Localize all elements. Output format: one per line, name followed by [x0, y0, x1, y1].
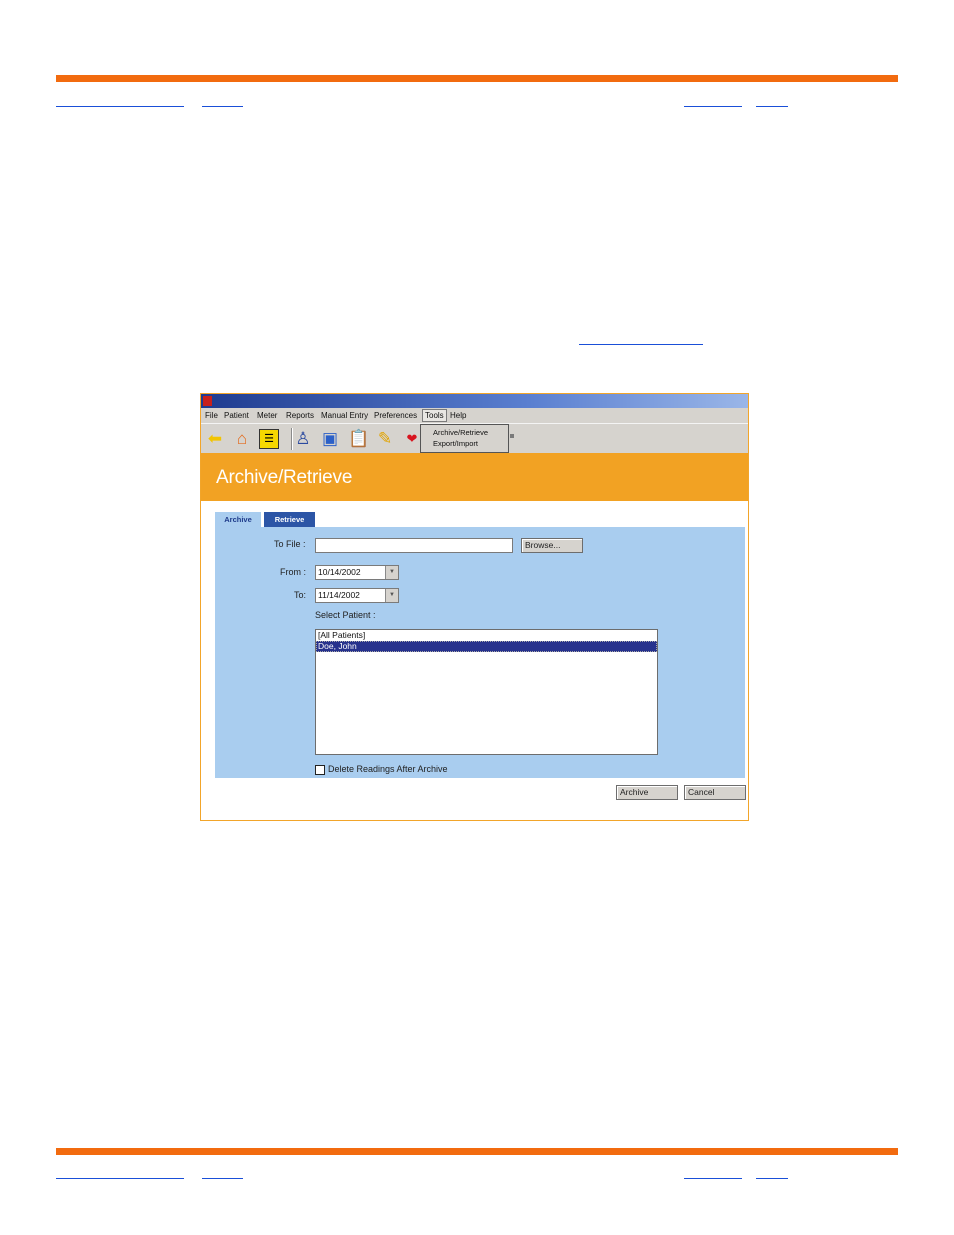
list-item[interactable]: [All Patients]	[316, 630, 657, 641]
bottom-nav-link-1[interactable]	[56, 1178, 184, 1179]
select-patient-label: Select Patient :	[315, 610, 376, 620]
page-banner: Archive/Retrieve	[201, 453, 748, 501]
title-bar	[201, 394, 748, 408]
menu-item-archive-retrieve[interactable]: Archive/Retrieve	[433, 428, 488, 437]
menu-help[interactable]: Help	[450, 411, 466, 420]
tab-archive[interactable]: Archive	[215, 512, 261, 527]
tab-retrieve[interactable]: Retrieve	[264, 512, 315, 527]
checklist-icon[interactable]: ☰	[259, 429, 279, 449]
top-nav-link-3[interactable]	[684, 106, 742, 107]
person-icon[interactable]: ♙	[293, 429, 313, 449]
menu-tools[interactable]: Tools	[422, 409, 447, 422]
bottom-orange-rule	[56, 1148, 898, 1155]
pencil-icon[interactable]: ✎	[375, 429, 395, 449]
patient-listbox[interactable]: [All Patients] Doe, John	[315, 629, 658, 755]
menu-file[interactable]: File	[205, 411, 218, 420]
browse-button[interactable]: Browse...	[521, 538, 583, 553]
menu-item-export-import[interactable]: Export/Import	[433, 439, 478, 448]
chevron-down-icon[interactable]: ▼	[385, 589, 398, 602]
meter-icon[interactable]: ▣	[320, 429, 340, 449]
to-date-combo[interactable]: 11/14/2002 ▼	[315, 588, 399, 603]
back-arrow-icon[interactable]: ⬅	[205, 429, 225, 449]
menu-manual-entry[interactable]: Manual Entry	[321, 411, 368, 420]
to-label: To:	[294, 590, 307, 600]
top-nav-link-4[interactable]	[756, 106, 788, 107]
toolbar-grip	[510, 434, 514, 438]
bottom-nav-link-3[interactable]	[684, 1178, 742, 1179]
tools-dropdown-menu: Archive/Retrieve Export/Import	[420, 424, 509, 453]
archive-panel: To File : Browse... From : 10/14/2002 ▼ …	[215, 527, 745, 778]
toolbar-separator	[291, 428, 292, 450]
from-date-value: 10/14/2002	[318, 567, 361, 577]
archive-button[interactable]: Archive	[616, 785, 678, 800]
delete-readings-checkbox[interactable]	[315, 765, 325, 775]
clipboard-icon[interactable]: 📋	[348, 429, 369, 449]
delete-readings-label: Delete Readings After Archive	[328, 764, 448, 774]
list-item-selected[interactable]: Doe, John	[316, 641, 657, 652]
to-file-label: To File :	[274, 539, 306, 549]
app-icon	[203, 396, 212, 406]
to-date-value: 11/14/2002	[318, 590, 360, 600]
cancel-button[interactable]: Cancel	[684, 785, 746, 800]
home-icon[interactable]: ⌂	[232, 429, 252, 449]
inline-link[interactable]	[579, 344, 703, 345]
page-title: Archive/Retrieve	[216, 467, 353, 488]
top-orange-rule	[56, 75, 898, 82]
from-date-combo[interactable]: 10/14/2002 ▼	[315, 565, 399, 580]
to-file-input[interactable]	[315, 538, 513, 553]
top-nav-link-1[interactable]	[56, 106, 184, 107]
heart-icon[interactable]: ❤	[402, 429, 422, 449]
chevron-down-icon[interactable]: ▼	[385, 566, 398, 579]
menu-preferences[interactable]: Preferences	[374, 411, 417, 420]
bottom-nav-link-4[interactable]	[756, 1178, 788, 1179]
menu-patient[interactable]: Patient	[224, 411, 249, 420]
from-label: From :	[280, 567, 306, 577]
top-nav-link-2[interactable]	[202, 106, 243, 107]
app-window: File Patient Meter Reports Manual Entry …	[200, 393, 749, 821]
menu-reports[interactable]: Reports	[286, 411, 314, 420]
menu-meter[interactable]: Meter	[257, 411, 277, 420]
menu-bar: File Patient Meter Reports Manual Entry …	[201, 408, 748, 423]
bottom-nav-link-2[interactable]	[202, 1178, 243, 1179]
